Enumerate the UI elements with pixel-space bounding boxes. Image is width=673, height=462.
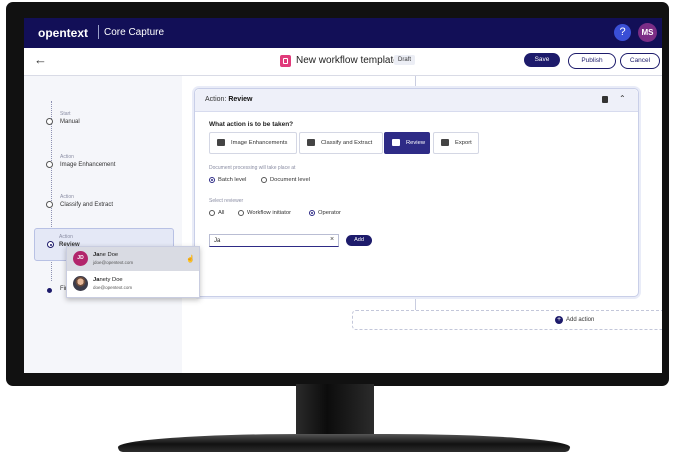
template-title: New workflow template [296,55,399,66]
step-start[interactable]: Start Manual [40,111,180,129]
panel-header: Action: Review ⌃ [195,89,638,112]
suggestion-email: jdoe@opentext.com [93,260,134,265]
radio-icon [209,177,215,183]
workflow-canvas: Action: Review ⌃ What action is to be ta… [182,76,662,373]
image-enhance-icon [217,139,225,146]
radio-icon [309,210,315,216]
reviewer-suggestions: JD Jane Doe jdoe@opentext.com ☝ Janety D… [66,246,200,298]
step-name: Image Enhancement [60,162,116,168]
step-kind-label: Start [60,111,71,117]
step-radio-icon [47,241,54,248]
action-label: Classify and Extract [321,140,373,146]
user-avatar[interactable]: MS [638,23,657,42]
chevron-up-icon[interactable]: ⌃ [619,94,626,103]
clear-icon[interactable]: × [330,236,334,243]
status-badge: Draft [394,55,416,65]
add-action-label: Add action [566,317,595,323]
suggestion-email: doe@opentext.com [93,285,133,290]
radio-label: Batch level [218,177,247,183]
action-label: Export [455,140,472,146]
panel-title-value: Review [228,96,253,103]
app-screen: opentext Core Capture ? MS ← New workflo… [24,18,662,373]
cancel-button[interactable]: Cancel [620,53,660,69]
brand-divider [98,25,99,39]
suggestion-name: Janety Doe [93,277,123,283]
reviewer-search-input[interactable]: Ja × [209,234,339,247]
name-rest: nety Doe [99,277,123,283]
publish-button[interactable]: Publish [568,53,616,69]
step-kind-label: Action [60,154,74,160]
suggestion-name: Jane Doe [93,252,118,258]
radio-label: Operator [318,210,341,216]
step-radio-icon [46,118,53,125]
monitor-stand-neck [296,384,374,434]
step-end-icon [47,288,52,293]
panel-title: Action: Review [205,96,252,103]
search-value: Ja [214,238,221,244]
step-radio-icon [46,201,53,208]
step-classify-extract[interactable]: Action Classify and Extract [40,194,180,212]
monitor-frame: opentext Core Capture ? MS ← New workflo… [6,2,669,386]
template-toolbar: ← New workflow template Draft Save Publi… [24,48,662,76]
flow-connector [415,295,416,310]
step-kind-label: Action [60,194,74,200]
flow-connector [415,76,416,88]
trash-icon[interactable] [602,96,608,103]
action-classify-extract-button[interactable]: Classify and Extract [299,132,383,154]
product-name: Core Capture [104,27,165,38]
export-icon [441,139,449,146]
user-avatar: JD [73,251,88,266]
action-image-enhancements-button[interactable]: Image Enhancements [209,132,297,154]
brand-logo: opentext [38,26,89,40]
add-action-row[interactable]: + Add action [352,310,662,330]
step-name: Manual [60,119,80,125]
review-icon [392,139,400,146]
action-review-button[interactable]: Review [384,132,430,154]
hierarchy-icon [307,139,315,146]
radio-label: All [218,210,225,216]
hand-cursor-icon: ☝ [186,256,195,263]
plus-circle-icon: + [555,316,563,324]
template-icon [280,55,291,67]
workflow-steps-sidebar: Start Manual Action Image Enhancement Ac… [24,76,182,373]
radio-label: Workflow initiator [247,210,292,216]
radio-icon [261,177,267,183]
monitor-stand-base [118,434,570,452]
step-kind-label: Action [59,234,73,240]
processing-hint: Document processing will take place at [209,165,296,171]
action-panel: Action: Review ⌃ What action is to be ta… [194,88,639,297]
step-name: Classify and Extract [60,202,114,208]
action-label: Image Enhancements [231,140,288,146]
name-rest: ne Doe [99,252,119,258]
top-bar: opentext Core Capture ? MS [24,18,662,48]
reviewer-hint: Select reviewer [209,198,244,204]
add-reviewer-button[interactable]: Add [346,235,372,246]
step-radio-icon [46,161,53,168]
radio-icon [209,210,215,216]
radio-label: Document level [270,177,310,183]
save-button[interactable]: Save [524,53,560,67]
panel-title-prefix: Action: [205,96,227,103]
action-question: What action is to be taken? [209,121,294,128]
action-export-button[interactable]: Export [433,132,479,154]
user-photo [73,276,88,291]
step-image-enhancement[interactable]: Action Image Enhancement [40,154,180,172]
action-label: Review [406,140,426,146]
radio-icon [238,210,244,216]
back-arrow-icon[interactable]: ← [34,52,47,67]
help-icon[interactable]: ? [614,24,631,41]
suggestion-item[interactable]: JD Jane Doe jdoe@opentext.com ☝ [67,247,199,271]
suggestion-item[interactable]: Janety Doe doe@opentext.com [67,272,199,296]
